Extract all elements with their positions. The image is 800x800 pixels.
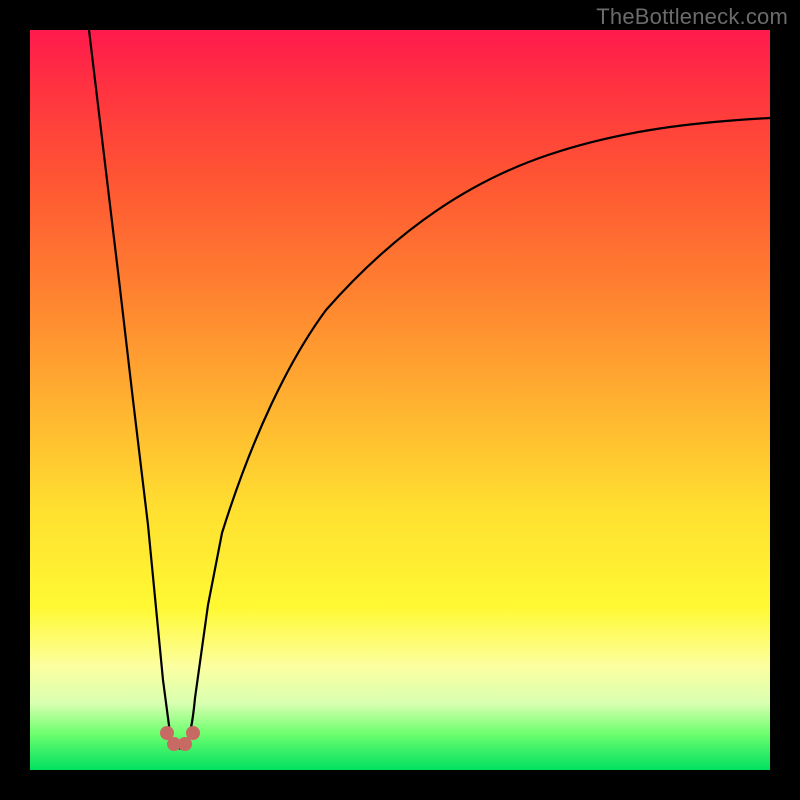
watermark-text: TheBottleneck.com bbox=[596, 4, 788, 30]
curve-marker-dot bbox=[186, 726, 200, 740]
chart-frame: TheBottleneck.com bbox=[0, 0, 800, 800]
bottleneck-curve bbox=[89, 30, 770, 748]
plot-area bbox=[30, 30, 770, 770]
curve-layer bbox=[30, 30, 770, 770]
